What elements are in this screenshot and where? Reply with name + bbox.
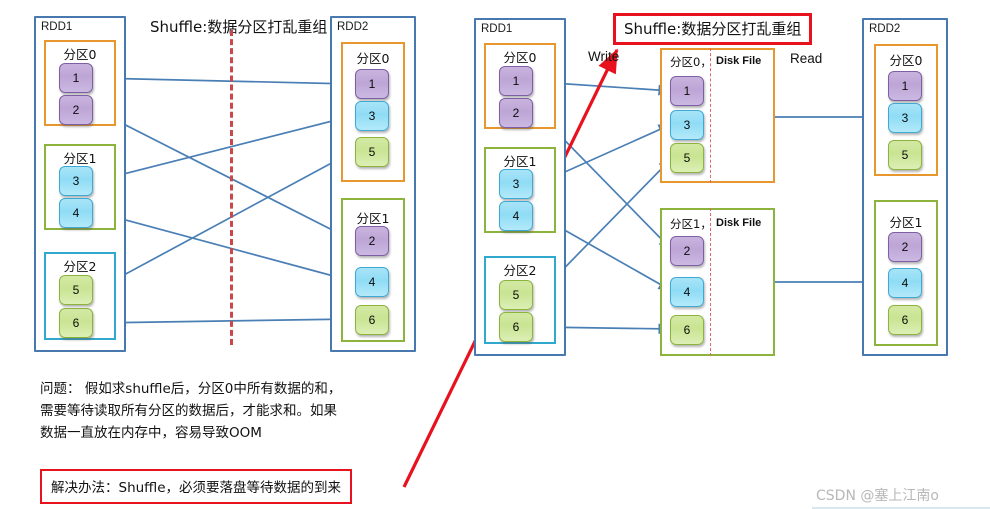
right-rdd1-cell-2: 2 [499, 98, 533, 128]
right-rdd2-partition-0-title: 分区0 [889, 53, 923, 68]
solution-note: 解决办法：Shuffle，必须要落盘等待数据的到来 [40, 469, 353, 504]
right-rdd2-partition-1-title: 分区1 [889, 215, 923, 230]
disk-file-1-cell-2: 2 [670, 236, 704, 266]
left-shuffle-divider [230, 30, 233, 345]
left-rdd2-cell-4: 4 [355, 267, 389, 297]
read-label: Read [790, 51, 823, 66]
left-diagram-title: Shuffle:数据分区打乱重组 [150, 18, 328, 36]
right-rdd1-cell-5: 5 [499, 280, 533, 310]
disk-file-1-label: Disk File [716, 217, 762, 229]
left-rdd2-label: RDD2 [337, 21, 369, 33]
disk-file-1-cell-6: 6 [670, 315, 704, 345]
right-rdd1-partition-1-title: 分区1 [503, 154, 537, 169]
left-rdd1-cell-2: 2 [59, 95, 93, 125]
left-rdd1-label: RDD1 [41, 21, 73, 33]
left-rdd2-cell-5: 5 [355, 137, 389, 167]
disk-file-1-partition-title: 分区1， [670, 217, 712, 231]
left-rdd1-partition-0-title: 分区0 [63, 47, 97, 62]
left-rdd1-cell-6: 6 [59, 308, 93, 338]
right-rdd1-label: RDD1 [481, 23, 513, 35]
disk-file-1-cell-4: 4 [670, 277, 704, 307]
right-rdd2-cell-2: 2 [888, 232, 922, 262]
left-rdd1-cell-3: 3 [59, 166, 93, 196]
left-rdd2-cell-2: 2 [355, 226, 389, 256]
left-rdd2-cell-3: 3 [355, 101, 389, 131]
disk-file-0-cell-1: 1 [670, 76, 704, 106]
disk-file-0-partition-title: 分区0， [670, 55, 712, 69]
right-diagram-title: Shuffle:数据分区打乱重组 [613, 13, 813, 45]
disk-file-0-label: Disk File [716, 55, 762, 67]
write-label: Write [588, 49, 620, 64]
right-rdd2-cell-1: 1 [888, 71, 922, 101]
right-rdd2-cell-3: 3 [888, 103, 922, 133]
disk-file-1-divider [710, 208, 711, 356]
left-rdd1-partition-2-title: 分区2 [63, 259, 97, 274]
right-rdd2-cell-4: 4 [888, 268, 922, 298]
left-rdd1-cell-5: 5 [59, 275, 93, 305]
problem-note: 问题： 假如求shuffle后，分区0中所有数据的和， 需要等待读取所有分区的数… [40, 381, 342, 441]
disk-file-0-divider [710, 48, 711, 183]
left-rdd2-partition-1-title: 分区1 [356, 211, 390, 226]
left-rdd1-partition-1-title: 分区1 [63, 151, 97, 166]
right-rdd1-partition-0-title: 分区0 [503, 50, 537, 65]
disk-file-0-cell-5: 5 [670, 143, 704, 173]
disk-file-0-cell-3: 3 [670, 110, 704, 140]
right-rdd2-label: RDD2 [869, 23, 901, 35]
left-rdd2-cell-6: 6 [355, 305, 389, 335]
right-rdd2-cell-5: 5 [888, 140, 922, 170]
left-rdd1-cell-1: 1 [59, 63, 93, 93]
right-rdd1-partition-2-title: 分区2 [503, 263, 537, 278]
right-rdd1-cell-1: 1 [499, 66, 533, 96]
left-rdd2-cell-1: 1 [355, 69, 389, 99]
right-rdd1-cell-6: 6 [499, 312, 533, 342]
right-rdd1-cell-4: 4 [499, 201, 533, 231]
right-rdd2-cell-6: 6 [888, 305, 922, 335]
left-rdd1-cell-4: 4 [59, 198, 93, 228]
csdn-watermark: CSDN @塞上江南o [816, 488, 939, 504]
diagram-canvas: Shuffle:数据分区打乱重组 RDD1 分区0 1 2 分区1 3 4 分区… [0, 0, 990, 509]
left-rdd2-partition-0-title: 分区0 [356, 51, 390, 66]
right-rdd1-cell-3: 3 [499, 169, 533, 199]
